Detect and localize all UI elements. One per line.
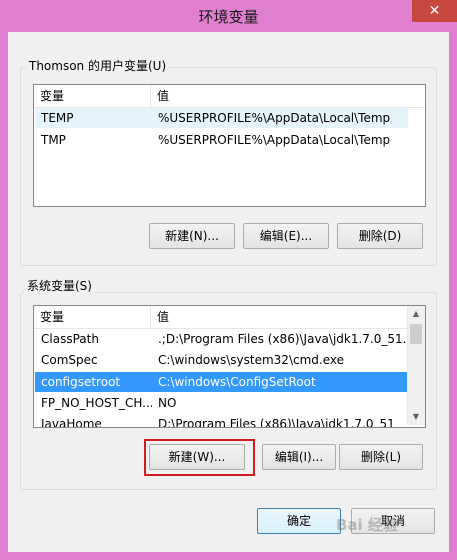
highlight-annotation xyxy=(144,439,255,476)
variable-name: TMP xyxy=(41,133,66,147)
column-header-variable[interactable]: 变量 xyxy=(34,306,151,328)
list-item[interactable]: TMP %USERPROFILE%\AppData\Local\Temp xyxy=(35,130,408,150)
list-item[interactable]: ClassPath .;D:\Program Files (x86)\Java\… xyxy=(35,329,408,349)
user-delete-button[interactable]: 删除(D) xyxy=(337,223,423,249)
system-variables-list[interactable]: 变量 值 ClassPath .;D:\Program Files (x86)\… xyxy=(33,305,426,428)
list-header: 变量 值 xyxy=(34,306,408,329)
list-item[interactable]: TEMP %USERPROFILE%\AppData\Local\Temp xyxy=(35,108,408,128)
scroll-down-arrow-icon[interactable]: ▼ xyxy=(408,409,424,425)
variable-name: configsetroot xyxy=(41,375,121,389)
system-edit-button[interactable]: 编辑(I)... xyxy=(262,444,336,470)
system-variables-label: 系统变量(S) xyxy=(24,279,95,293)
ok-button[interactable]: 确定 xyxy=(257,508,341,534)
user-variables-list[interactable]: 变量 值 TEMP %USERPROFILE%\AppData\Local\Te… xyxy=(33,84,426,207)
close-icon: ✕ xyxy=(428,3,441,19)
title-bar: 环境变量 ✕ xyxy=(0,0,457,32)
variable-name: TEMP xyxy=(41,111,74,125)
vertical-scrollbar[interactable]: ▲ ▼ xyxy=(407,306,425,425)
list-header: 变量 值 xyxy=(34,85,425,108)
column-header-value[interactable]: 值 xyxy=(151,85,425,107)
variable-name: ClassPath xyxy=(41,332,99,346)
dialog-body: Thomson 的用户变量(U) 变量 值 TEMP %USERPROFILE%… xyxy=(8,32,449,552)
user-new-button[interactable]: 新建(N)... xyxy=(149,223,235,249)
list-item[interactable]: JavaHome D:\Program Files (x86)\Java\jdk… xyxy=(35,414,408,428)
close-button[interactable]: ✕ xyxy=(412,0,457,22)
user-edit-button[interactable]: 编辑(E)... xyxy=(243,223,329,249)
variable-value: C:\windows\ConfigSetRoot xyxy=(158,375,316,389)
variable-value: C:\windows\system32\cmd.exe xyxy=(158,353,344,367)
list-item[interactable]: FP_NO_HOST_CH... NO xyxy=(35,393,408,413)
variable-value: %USERPROFILE%\AppData\Local\Temp xyxy=(158,133,391,147)
list-item[interactable]: ComSpec C:\windows\system32\cmd.exe xyxy=(35,350,408,370)
variable-value: NO xyxy=(158,396,177,410)
watermark-logo: Bai 经验 xyxy=(336,516,398,534)
variable-name: JavaHome xyxy=(41,417,102,428)
column-header-variable[interactable]: 变量 xyxy=(34,85,151,107)
user-variables-label: Thomson 的用户变量(U) xyxy=(26,59,170,73)
variable-name: ComSpec xyxy=(41,353,98,367)
column-header-value[interactable]: 值 xyxy=(151,306,408,328)
scrollbar-thumb[interactable] xyxy=(410,324,422,344)
system-delete-button[interactable]: 删除(L) xyxy=(339,444,423,470)
list-item-selected[interactable]: configsetroot C:\windows\ConfigSetRoot xyxy=(35,372,408,392)
variable-name: FP_NO_HOST_CH... xyxy=(41,396,152,410)
scroll-up-arrow-icon[interactable]: ▲ xyxy=(408,306,424,322)
variable-value: %USERPROFILE%\AppData\Local\Temp xyxy=(158,111,391,125)
window-title: 环境变量 xyxy=(198,8,259,26)
variable-value: .;D:\Program Files (x86)\Java\jdk1.7.0_5… xyxy=(158,332,408,346)
variable-value: D:\Program Files (x86)\Java\jdk1.7.0_51 xyxy=(158,417,395,428)
